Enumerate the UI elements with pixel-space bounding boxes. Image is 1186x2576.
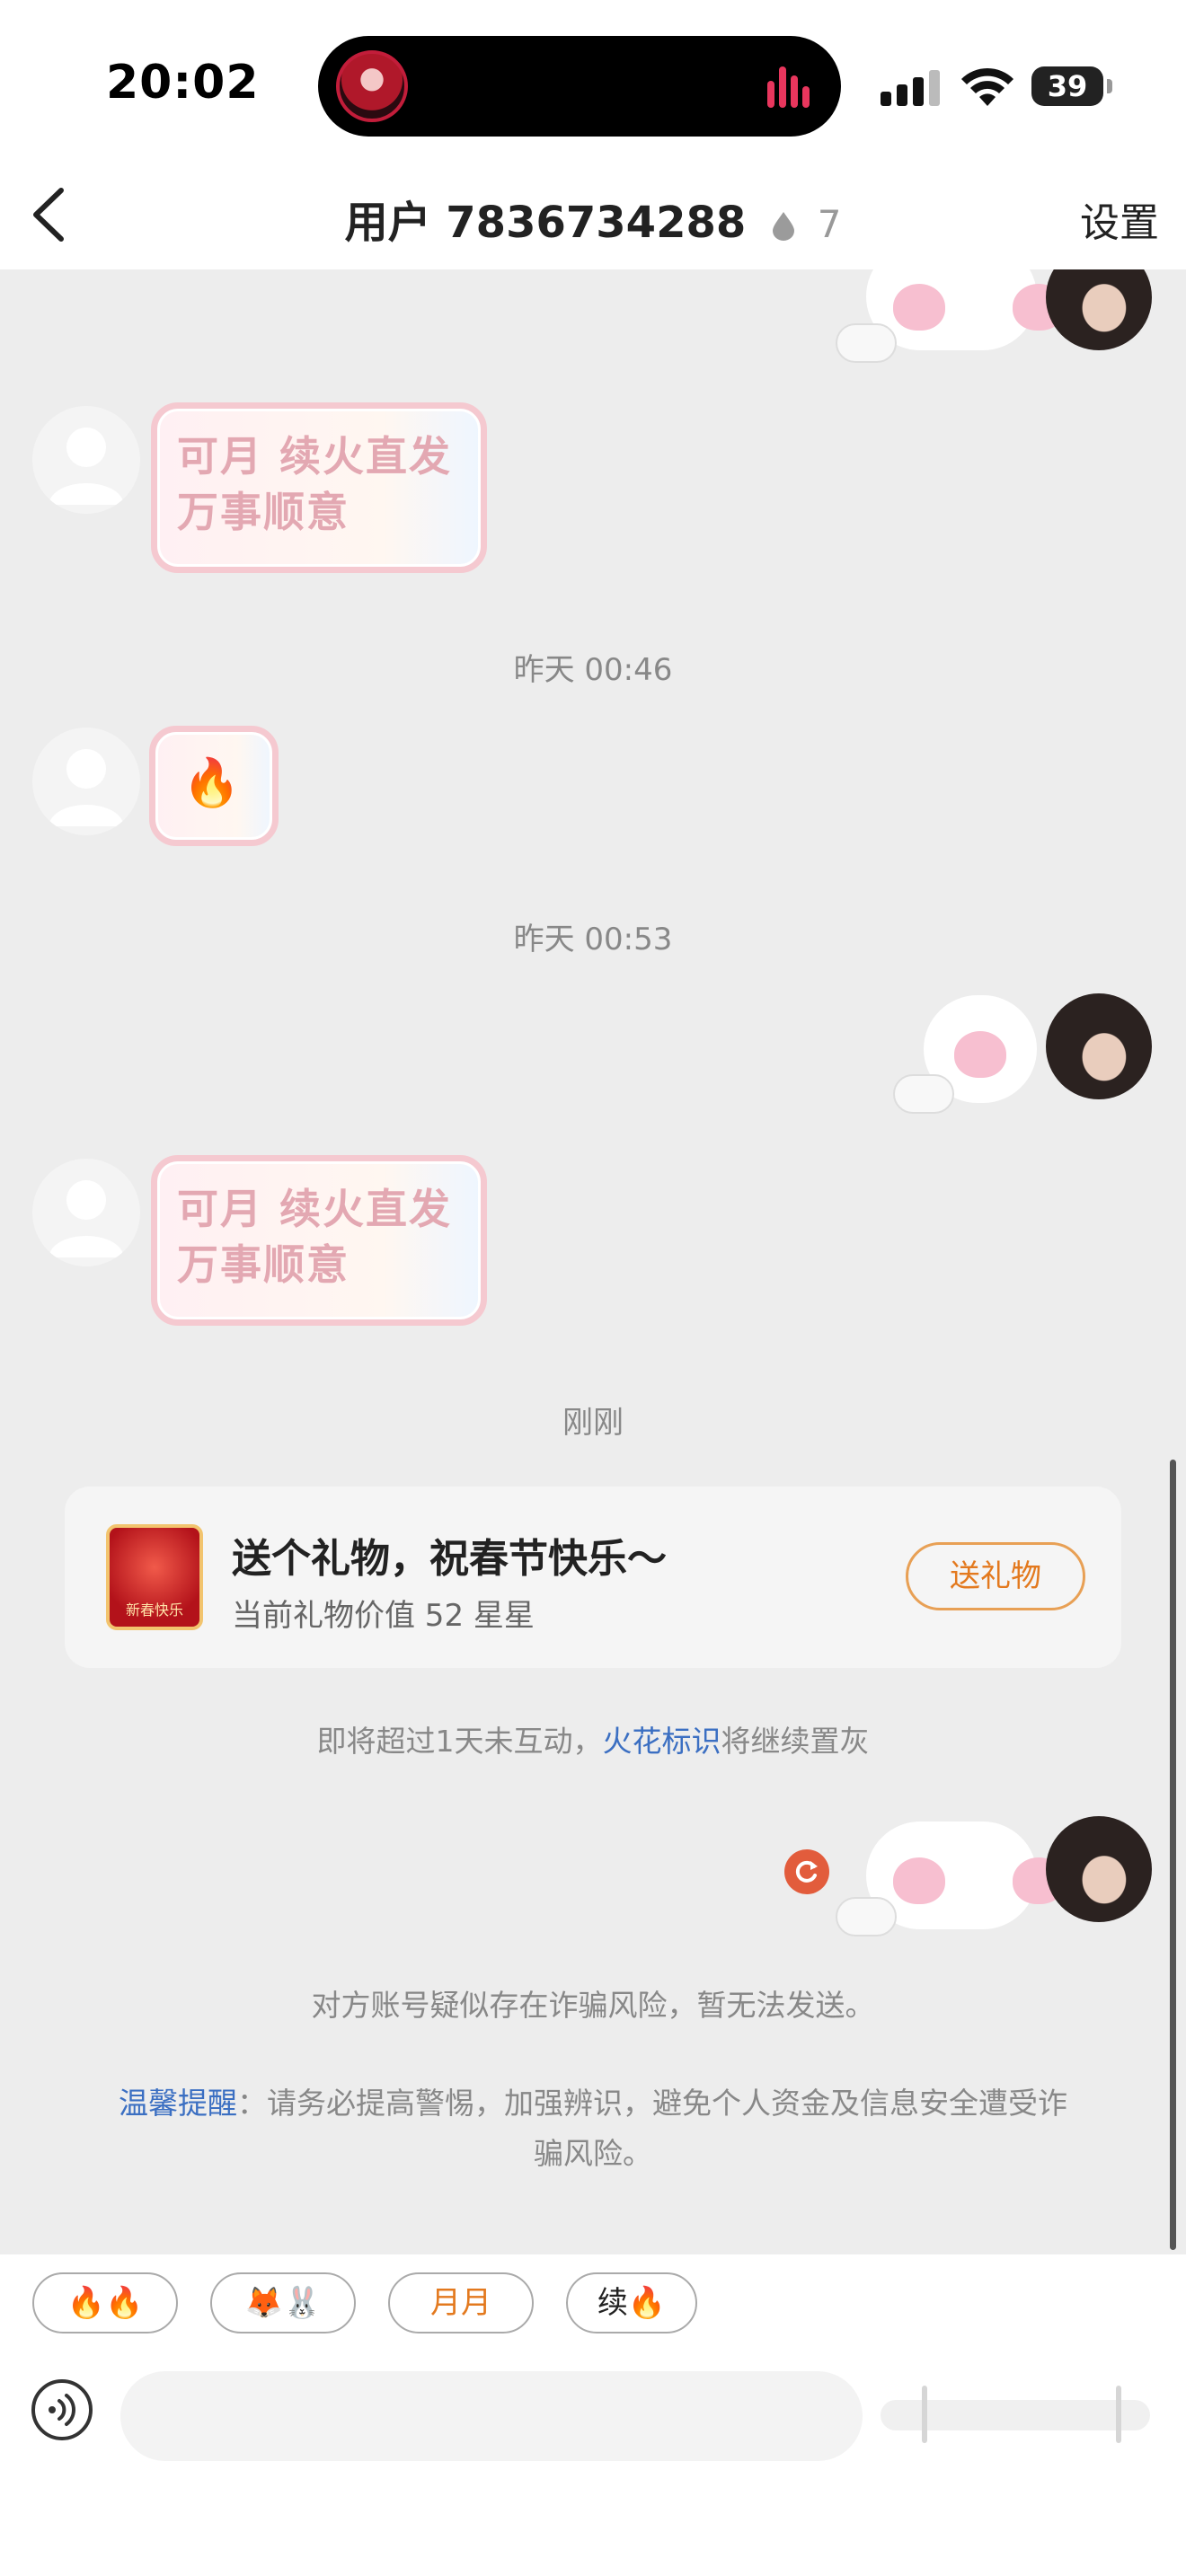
contact-avatar[interactable] [32, 406, 140, 514]
timestamp: 昨天 00:46 [513, 652, 673, 688]
dynamic-island[interactable] [318, 36, 841, 137]
gift-subtitle: 当前礼物价值 52 星星 [232, 1598, 535, 1634]
quick-reply-chip[interactable]: 🔥🔥 [32, 2272, 178, 2333]
scrollbar[interactable] [1170, 1460, 1176, 2250]
status-time: 20:02 [106, 56, 260, 110]
stamp-message[interactable]: 可月 续火直发 万事顺意 [151, 1155, 487, 1326]
gift-title: 送个礼物，祝春节快乐～ [232, 1536, 667, 1582]
quick-reply-chip[interactable]: 月月 [388, 2272, 534, 2333]
stamp-message-text: 可月 续火直发 万事顺意 [177, 432, 453, 536]
battery-icon: 39 [1031, 66, 1103, 106]
voice-input-icon[interactable] [31, 2378, 93, 2441]
my-avatar[interactable] [1046, 269, 1152, 350]
cat-deco-icon [836, 323, 897, 363]
battery-level: 39 [1047, 69, 1088, 103]
quick-reply-chip[interactable]: 🦊🐰 [210, 2272, 356, 2333]
default-user-icon [49, 749, 124, 826]
gift-card[interactable]: 新春快乐 送个礼物，祝春节快乐～ 当前礼物价值 52 星星 送礼物 [65, 1486, 1121, 1668]
send-gift-button[interactable]: 送礼物 [906, 1542, 1085, 1610]
spark-drop-icon [772, 212, 794, 241]
gift-icon-text: 新春快乐 [125, 1601, 183, 1619]
nav-bar: 用户 7836734288 7 设置 [0, 162, 1186, 269]
timestamp: 昨天 00:53 [513, 922, 673, 957]
stamp-message[interactable]: 可月 续火直发 万事顺意 [151, 402, 487, 573]
bunny-face-icon [954, 1031, 1006, 1078]
audio-wave-icon [767, 66, 810, 108]
default-user-icon [49, 428, 124, 505]
quick-reply-bar: 🔥🔥 🦊🐰 月月 续🔥 [0, 2254, 1186, 2351]
retry-failed-icon[interactable] [783, 1848, 830, 1895]
safety-reminder-text: ：请务必提高警惕，加强辨识，避免个人资金及信息安全遭受诈骗风险。 [237, 2086, 1067, 2171]
contact-avatar[interactable] [32, 1159, 140, 1266]
quick-reply-chip[interactable]: 续🔥 [566, 2272, 697, 2333]
spark-count: 7 [817, 202, 842, 246]
battery-tip [1107, 79, 1112, 93]
my-avatar[interactable] [1046, 993, 1152, 1099]
bunny-face-icon [893, 1857, 945, 1904]
cellular-signal-icon [881, 70, 940, 106]
fire-message[interactable]: 🔥 [149, 726, 279, 846]
blurred-toolbar-icons[interactable] [881, 2382, 1159, 2447]
fraud-notice: 对方账号疑似存在诈骗风险，暂无法发送。 [311, 1988, 875, 2023]
island-avatar-icon [336, 50, 408, 122]
spark-notice: 即将超过1天未互动，火花标识将继续置灰 [0, 1717, 1186, 1760]
stamp-message-text: 可月 续火直发 万事顺意 [177, 1185, 453, 1289]
my-avatar[interactable] [1046, 1816, 1152, 1922]
contact-avatar[interactable] [32, 728, 140, 835]
message-input[interactable] [120, 2371, 863, 2461]
default-user-icon [49, 1180, 124, 1257]
bunny-face-icon [893, 284, 945, 331]
safety-reminder-label[interactable]: 温馨提醒 [119, 2086, 237, 2121]
cat-deco-icon [836, 1897, 897, 1936]
chat-area[interactable]: 可月 续火直发 万事顺意 昨天 00:46 🔥 昨天 00:53 可月 续火直发… [0, 269, 1186, 2254]
timestamp: 刚刚 [562, 1405, 624, 1441]
status-bar: 20:02 39 [0, 0, 1186, 162]
safety-reminder: 温馨提醒：请务必提高警惕，加强辨识，避免个人资金及信息安全遭受诈骗风险。 [117, 2078, 1069, 2179]
page-title: 用户 7836734288 [344, 198, 747, 248]
fire-icon: 🔥 [182, 756, 241, 810]
cat-deco-icon [893, 1074, 954, 1114]
spark-notice-suffix: 将继续置灰 [721, 1724, 870, 1759]
wifi-icon [961, 67, 1013, 106]
page-title-group: 用户 7836734288 7 [0, 187, 1186, 250]
gift-red-packet-icon: 新春快乐 [106, 1524, 203, 1630]
spark-badge-link[interactable]: 火花标识 [603, 1724, 721, 1759]
input-bar [0, 2351, 1186, 2576]
spark-notice-prefix: 即将超过1天未互动， [316, 1724, 603, 1759]
settings-button[interactable]: 设置 [1080, 190, 1159, 248]
